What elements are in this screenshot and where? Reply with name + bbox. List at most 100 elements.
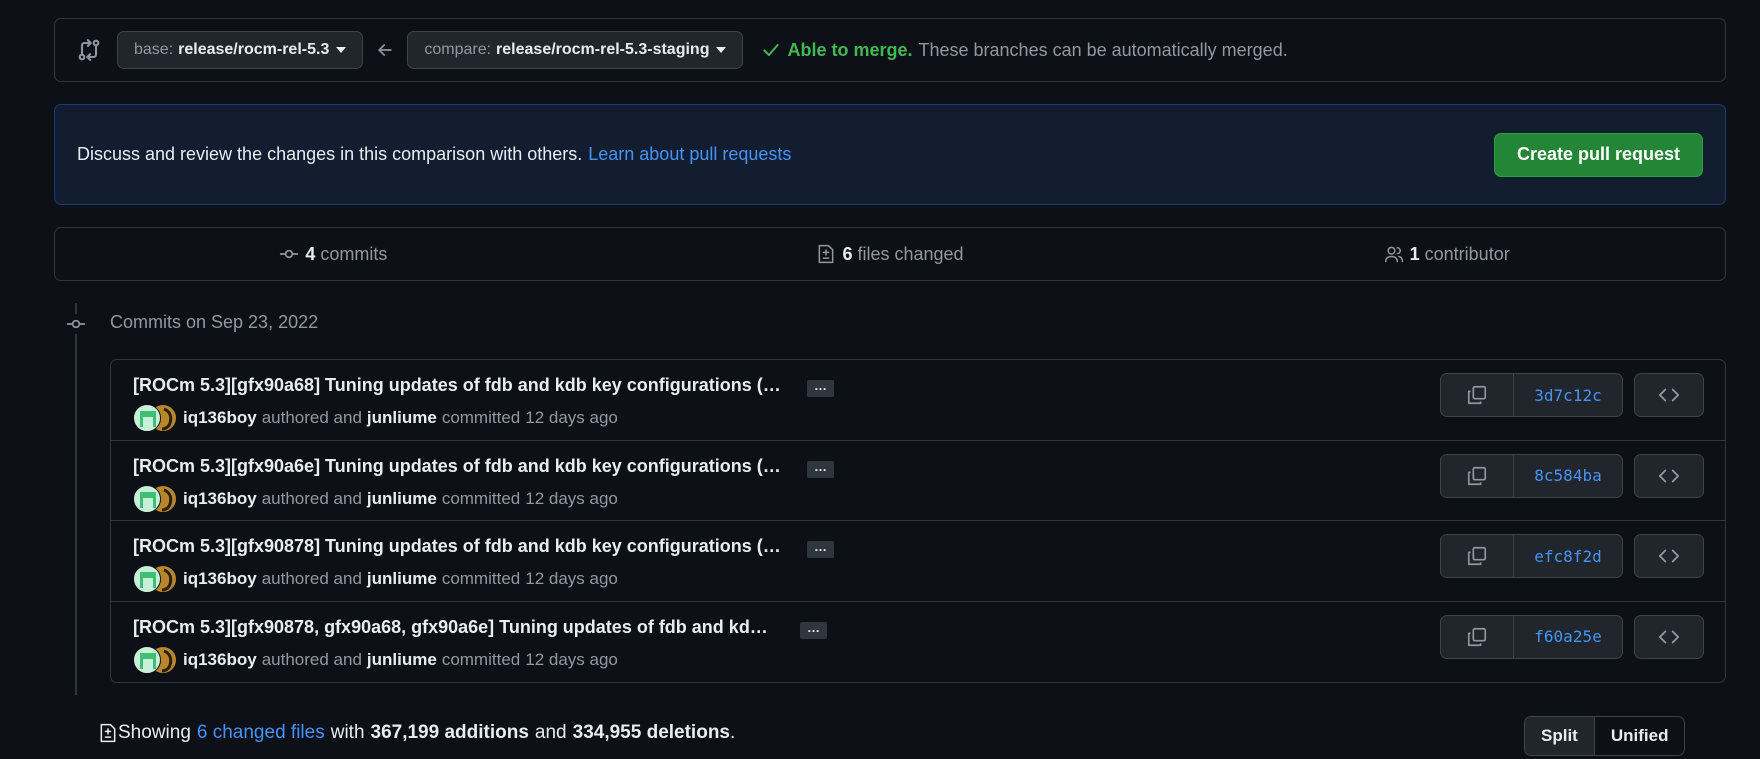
git-compare-icon	[75, 36, 103, 64]
commit-title-link[interactable]: [ROCm 5.3][gfx90a68] Tuning updates of f…	[133, 375, 781, 396]
files-count: 6	[842, 243, 853, 264]
file-diff-icon	[816, 244, 836, 264]
commit-sha-group: f60a25e	[1440, 614, 1623, 659]
committed-text: committed	[441, 408, 521, 427]
commit-avatars	[133, 404, 179, 432]
unified-view-button[interactable]: Unified	[1595, 717, 1685, 755]
committed-text: committed	[441, 649, 521, 669]
commit-avatars	[133, 484, 179, 513]
avatar[interactable]	[133, 565, 161, 593]
avatar[interactable]	[133, 404, 161, 432]
commits-label: commits	[320, 243, 388, 264]
copy-icon	[1467, 546, 1487, 566]
commits-count: 4	[305, 243, 316, 264]
chevron-down-icon	[336, 47, 347, 53]
authored-text: authored and	[261, 408, 362, 427]
commit-row: [ROCm 5.3][gfx90878] Tuning updates of f…	[111, 521, 1725, 602]
commits-tab[interactable]: 4 commits	[55, 244, 612, 265]
commit-time: 12 days ago	[525, 408, 618, 427]
changed-files-link[interactable]: 6 changed files	[197, 722, 325, 744]
commit-author-link[interactable]: iq136boy	[183, 569, 257, 589]
compare-branch-value: release/rocm-rel-5.3-staging	[496, 41, 710, 58]
copy-sha-button[interactable]	[1441, 615, 1514, 658]
merge-description: These branches can be automatically merg…	[918, 39, 1288, 60]
compare-branch-selector[interactable]: compare: release/rocm-rel-5.3-staging	[407, 31, 744, 69]
learn-about-pull-requests-link[interactable]: Learn about pull requests	[588, 144, 791, 165]
base-branch-label: base:	[134, 41, 174, 58]
commit-sha-link[interactable]: 3d7c12c	[1514, 374, 1622, 416]
copy-sha-button[interactable]	[1441, 535, 1514, 577]
committed-text: committed	[441, 488, 521, 508]
commit-sha-group: efc8f2d	[1440, 534, 1623, 578]
authored-text: authored and	[261, 488, 362, 508]
commit-title-link[interactable]: [ROCm 5.3][gfx90878, gfx90a68, gfx90a6e]…	[133, 617, 768, 638]
browse-repository-button[interactable]	[1634, 373, 1704, 417]
merge-ok-text: Able to merge.	[787, 39, 913, 60]
browse-repository-button[interactable]	[1634, 614, 1704, 659]
commit-meta: iq136boy authored and junliume committed…	[133, 565, 618, 593]
deletions-count: 334,955 deletions	[572, 722, 730, 743]
commit-author-link[interactable]: iq136boy	[183, 489, 257, 509]
expand-commit-message-button[interactable]: …	[807, 460, 834, 478]
commit-title-link[interactable]: [ROCm 5.3][gfx90a6e] Tuning updates of f…	[133, 456, 781, 477]
showing-text: Showing	[118, 722, 191, 743]
code-icon	[1658, 388, 1680, 402]
split-view-button[interactable]: Split	[1525, 717, 1595, 755]
expand-commit-message-button[interactable]: …	[807, 540, 834, 558]
avatar[interactable]	[133, 484, 161, 513]
copy-icon	[1467, 385, 1487, 405]
commit-committer-link[interactable]: junliume	[367, 569, 437, 589]
commit-meta: iq136boy authored and junliume committed…	[133, 404, 618, 432]
base-branch-selector[interactable]: base: release/rocm-rel-5.3	[117, 31, 364, 69]
and-text: and	[534, 722, 567, 743]
base-branch-value: release/rocm-rel-5.3	[178, 41, 330, 58]
merge-status: Able to merge. These branches can be aut…	[761, 39, 1288, 61]
commit-time: 12 days ago	[525, 488, 618, 508]
commit-avatars	[133, 565, 179, 593]
commit-time: 12 days ago	[525, 649, 618, 669]
browse-repository-button[interactable]	[1634, 453, 1704, 498]
compare-branch-label: compare:	[424, 41, 492, 58]
authored-text: authored and	[261, 569, 362, 588]
authored-text: authored and	[261, 649, 362, 669]
commit-sha-link[interactable]: 8c584ba	[1514, 455, 1622, 497]
commit-sha-link[interactable]: f60a25e	[1514, 616, 1622, 658]
commit-committer-link[interactable]: junliume	[367, 408, 437, 428]
pull-request-flash: Discuss and review the changes in this c…	[54, 104, 1726, 205]
commits-date-heading: Commits on Sep 23, 2022	[110, 312, 319, 332]
copy-sha-button[interactable]	[1441, 374, 1514, 416]
git-commit-icon	[279, 244, 299, 264]
commit-list: [ROCm 5.3][gfx90a68] Tuning updates of f…	[110, 359, 1726, 683]
commit-meta: iq136boy authored and junliume committed…	[133, 484, 618, 513]
browse-repository-button[interactable]	[1634, 534, 1704, 578]
code-icon	[1658, 469, 1680, 482]
contributors-count: 1	[1409, 243, 1420, 264]
compare-summary: 4 commits 6 files changed 1 contributor	[54, 227, 1726, 281]
with-text: with	[330, 722, 365, 743]
check-icon	[761, 40, 781, 60]
commit-row: [ROCm 5.3][gfx90a6e] Tuning updates of f…	[111, 441, 1725, 521]
commit-row: [ROCm 5.3][gfx90a68] Tuning updates of f…	[111, 360, 1725, 441]
files-changed-tab[interactable]: 6 files changed	[612, 244, 1169, 265]
commit-author-link[interactable]: iq136boy	[183, 408, 257, 428]
commit-time: 12 days ago	[525, 569, 618, 588]
commit-title-link[interactable]: [ROCm 5.3][gfx90878] Tuning updates of f…	[133, 536, 781, 557]
commit-committer-link[interactable]: junliume	[367, 650, 437, 670]
create-pull-request-button[interactable]: Create pull request	[1493, 132, 1703, 177]
commit-sha-group: 8c584ba	[1440, 453, 1623, 498]
commit-sha-link[interactable]: efc8f2d	[1514, 535, 1622, 577]
commit-committer-link[interactable]: junliume	[367, 489, 437, 509]
commit-row: [ROCm 5.3][gfx90878, gfx90a68, gfx90a6e]…	[111, 602, 1725, 683]
expand-commit-message-button[interactable]: …	[800, 621, 827, 639]
copy-icon	[1467, 466, 1487, 485]
avatar[interactable]	[133, 645, 161, 674]
additions-count: 367,199 additions	[370, 722, 529, 743]
commit-avatars	[133, 645, 179, 674]
copy-sha-button[interactable]	[1441, 454, 1514, 497]
people-icon	[1384, 244, 1404, 264]
contributors-label: contributor	[1424, 243, 1510, 264]
commit-meta: iq136boy authored and junliume committed…	[133, 645, 618, 674]
contributors-tab[interactable]: 1 contributor	[1168, 244, 1725, 265]
commit-author-link[interactable]: iq136boy	[183, 650, 257, 670]
expand-commit-message-button[interactable]: …	[807, 379, 834, 397]
